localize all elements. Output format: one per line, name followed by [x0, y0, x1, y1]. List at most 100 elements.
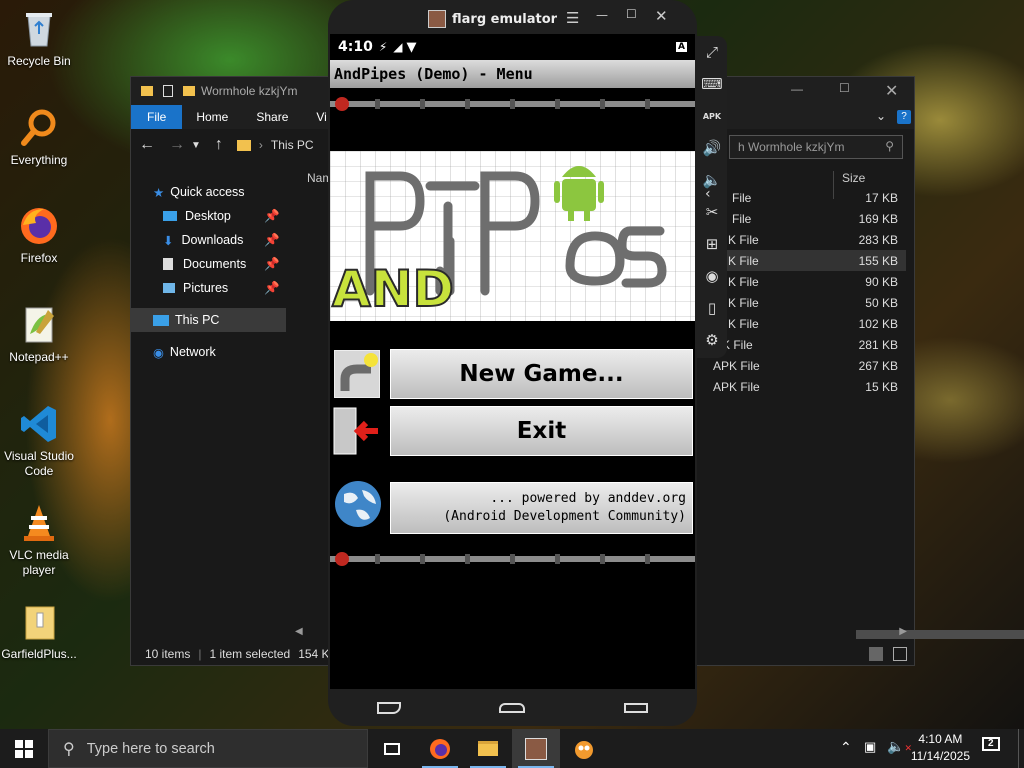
- add-icon[interactable]: ⊞: [697, 228, 727, 260]
- search-icon: ⚲: [63, 740, 75, 758]
- desktop-icon-notepadpp[interactable]: Notepad++: [0, 304, 78, 365]
- volume-up-icon[interactable]: 🔊: [697, 132, 727, 164]
- tab-home[interactable]: Home: [182, 105, 242, 129]
- maximize-button[interactable]: ☐: [626, 7, 637, 21]
- taskbar-firefox[interactable]: [416, 729, 464, 768]
- scroll-left-arrow-icon[interactable]: ◀: [295, 626, 303, 637]
- collapse-chevron-icon[interactable]: ‹: [705, 186, 711, 202]
- scissors-icon[interactable]: ✂: [697, 196, 727, 228]
- notification-button[interactable]: 2: [982, 737, 1004, 757]
- close-button[interactable]: ✕: [655, 7, 668, 25]
- up-arrow-icon[interactable]: ↑: [215, 136, 223, 154]
- emulator-window: flarg emulator ☰ — ☐ ✕ 4:10 ⚡ ◢ ▼ A AndP…: [328, 0, 697, 726]
- help-icon[interactable]: ?: [897, 110, 911, 124]
- network-status-icon[interactable]: ▣: [864, 739, 876, 755]
- settings-gear-icon[interactable]: ⚙: [697, 324, 727, 356]
- volume-muted-icon[interactable]: 🔈✕: [887, 738, 912, 755]
- pin-icon[interactable]: 📌: [264, 233, 286, 248]
- table-row[interactable]: K File 50 KB: [696, 292, 906, 313]
- tab-share[interactable]: Share: [242, 105, 302, 129]
- show-desktop-button[interactable]: [1018, 729, 1024, 768]
- minimize-button[interactable]: —: [596, 8, 608, 22]
- search-input[interactable]: h Wormhole kzkjYm ⚲: [729, 135, 903, 159]
- table-row[interactable]: K File 155 KB: [696, 250, 906, 271]
- start-button[interactable]: [0, 729, 48, 768]
- tray-chevron-up-icon[interactable]: ⌃: [840, 739, 852, 756]
- powered-by-line2: (Android Development Community): [443, 509, 686, 524]
- checkmark-icon[interactable]: [163, 85, 173, 97]
- nav-downloads[interactable]: ⬇ Downloads 📌: [131, 228, 286, 252]
- clock-date: 11/14/2025: [910, 749, 970, 763]
- table-row[interactable]: APK File 15 KB: [696, 376, 906, 397]
- scroll-right-arrow-icon[interactable]: ▶: [899, 626, 907, 637]
- breadcrumb[interactable]: This PC: [271, 138, 314, 152]
- table-row[interactable]: File 169 KB: [696, 208, 906, 229]
- table-row[interactable]: PK File 281 KB: [696, 334, 906, 355]
- nav-desktop[interactable]: Desktop 📌: [131, 204, 286, 228]
- tab-file[interactable]: File: [131, 105, 183, 129]
- apk-install-icon[interactable]: APK: [697, 100, 727, 132]
- table-row[interactable]: APK File 267 KB: [696, 355, 906, 376]
- signal-icon: ◢: [393, 40, 403, 54]
- recents-nav-icon[interactable]: [623, 703, 648, 713]
- taskbar-emulator[interactable]: [512, 729, 560, 768]
- taskbar-search[interactable]: ⚲ Type here to search: [48, 729, 368, 768]
- pin-icon[interactable]: 📌: [264, 209, 286, 224]
- nav-network[interactable]: ◉ Network: [131, 340, 286, 364]
- menu-icon[interactable]: ☰: [566, 9, 579, 27]
- keyboard-icon[interactable]: ⌨: [697, 68, 727, 100]
- explorer-title: Wormhole kzkjYm: [201, 84, 298, 98]
- task-view-icon: [384, 742, 400, 755]
- back-arrow-icon[interactable]: ←: [139, 136, 155, 154]
- taskbar-garfield[interactable]: [560, 729, 608, 768]
- emulator-title: flarg emulator: [452, 11, 558, 27]
- forward-arrow-icon[interactable]: →: [169, 136, 185, 154]
- close-button[interactable]: ✕: [885, 81, 898, 101]
- details-view-icon[interactable]: [869, 647, 883, 661]
- scroll-thumb[interactable]: [856, 630, 1024, 639]
- nav-quick-access[interactable]: ★ Quick access: [131, 180, 286, 204]
- recent-chevron-icon[interactable]: ▼: [191, 140, 201, 151]
- back-nav-icon[interactable]: [377, 702, 402, 714]
- magnifier-icon: [18, 107, 60, 149]
- desktop-icon-everything[interactable]: Everything: [0, 107, 78, 168]
- pin-icon[interactable]: 📌: [264, 257, 286, 272]
- desktop-icon-vlc[interactable]: VLC media player: [0, 502, 78, 578]
- emulator-app-icon: [428, 10, 446, 28]
- nav-pictures[interactable]: Pictures 📌: [131, 276, 286, 300]
- task-view-button[interactable]: [368, 729, 416, 768]
- nav-this-pc[interactable]: This PC: [131, 308, 286, 332]
- address-bar[interactable]: › This PC: [236, 138, 314, 152]
- large-icons-view-icon[interactable]: [893, 647, 907, 661]
- vibrate-icon[interactable]: ▯: [697, 292, 727, 324]
- chevron-down-icon[interactable]: ⌄: [876, 109, 886, 123]
- desktop-icon-garfield[interactable]: GarfieldPlus...: [0, 601, 78, 662]
- taskbar-file-explorer[interactable]: [464, 729, 512, 768]
- taskbar-clock[interactable]: 4:10 AM 11/14/2025: [911, 731, 970, 765]
- maximize-button[interactable]: ☐: [839, 81, 850, 95]
- table-row[interactable]: K File 90 KB: [696, 271, 906, 292]
- desktop-icon-recycle-bin[interactable]: Recycle Bin: [0, 8, 78, 69]
- minimize-button[interactable]: —: [791, 82, 803, 96]
- windows-logo-icon: [15, 739, 33, 758]
- powered-by-box[interactable]: ... powered by anddev.org (Android Devel…: [390, 482, 693, 534]
- exit-button[interactable]: Exit: [390, 406, 693, 456]
- new-game-icon[interactable]: [334, 350, 380, 398]
- table-row[interactable]: K File 283 KB: [696, 229, 906, 250]
- desktop-icon: [163, 211, 177, 221]
- device-screen: 4:10 ⚡ ◢ ▼ A AndPipes (Demo) - Menu AND …: [330, 34, 695, 689]
- desktop-icon-vscode[interactable]: Visual Studio Code: [0, 403, 78, 479]
- nav-documents[interactable]: Documents 📌: [131, 252, 286, 276]
- exit-icon[interactable]: [332, 406, 380, 456]
- pin-icon[interactable]: 📌: [264, 281, 286, 296]
- firefox-icon: [18, 205, 60, 247]
- fullscreen-icon[interactable]: ⤢: [697, 36, 727, 68]
- desktop-icon-firefox[interactable]: Firefox: [0, 205, 78, 266]
- item-count: 10 items: [145, 647, 191, 661]
- location-icon[interactable]: ◉: [697, 260, 727, 292]
- volume-down-icon[interactable]: 🔈: [697, 164, 727, 196]
- table-row[interactable]: K File 102 KB: [696, 313, 906, 334]
- new-game-button[interactable]: New Game...: [390, 349, 693, 399]
- home-nav-icon[interactable]: [499, 703, 526, 713]
- table-row[interactable]: File 17 KB: [696, 187, 906, 208]
